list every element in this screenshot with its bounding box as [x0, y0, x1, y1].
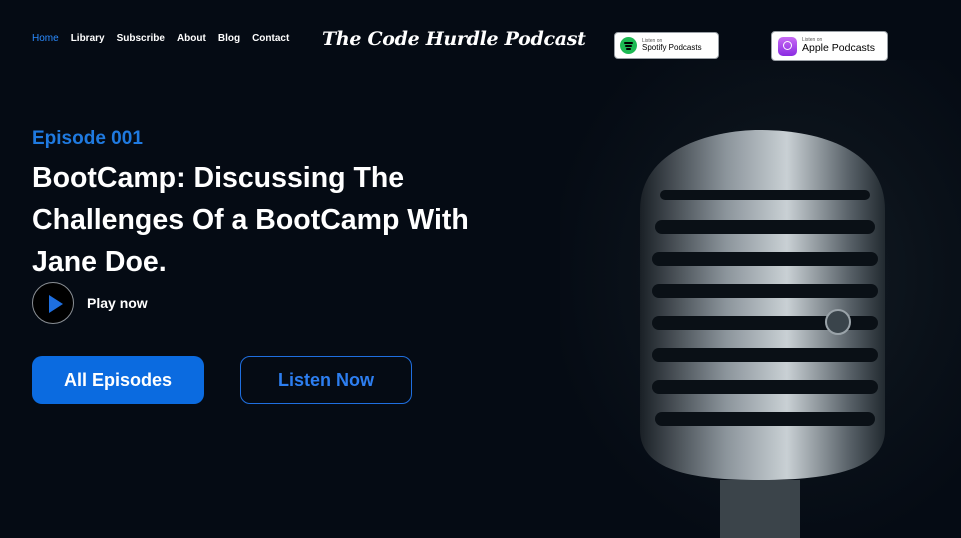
microphone-image — [640, 130, 885, 538]
nav-blog[interactable]: Blog — [218, 33, 240, 44]
episode-number: Episode 001 — [32, 128, 143, 149]
main-nav: Home Library Subscribe About Blog Contac… — [32, 33, 301, 44]
all-episodes-button[interactable]: All Episodes — [32, 356, 204, 404]
episode-title: BootCamp: Discussing The Challenges Of a… — [32, 162, 469, 278]
play-icon[interactable] — [32, 282, 74, 324]
nav-library[interactable]: Library — [71, 33, 105, 44]
apple-podcasts-badge[interactable]: Listen on Apple Podcasts — [771, 31, 888, 61]
site-title[interactable]: The Code Hurdle Podcast — [322, 28, 586, 50]
spotify-icon — [620, 37, 637, 54]
apple-podcasts-icon — [778, 36, 797, 56]
nav-about[interactable]: About — [177, 33, 206, 44]
play-now-label[interactable]: Play now — [87, 295, 148, 311]
nav-contact[interactable]: Contact — [252, 33, 289, 44]
spotify-badge[interactable]: Listen on Spotify Podcasts — [614, 32, 719, 59]
apple-badge-label: Apple Podcasts — [802, 42, 875, 55]
spotify-badge-label: Spotify Podcasts — [642, 43, 702, 52]
nav-subscribe[interactable]: Subscribe — [117, 33, 165, 44]
listen-now-button[interactable]: Listen Now — [240, 356, 412, 404]
nav-home[interactable]: Home — [32, 33, 59, 44]
